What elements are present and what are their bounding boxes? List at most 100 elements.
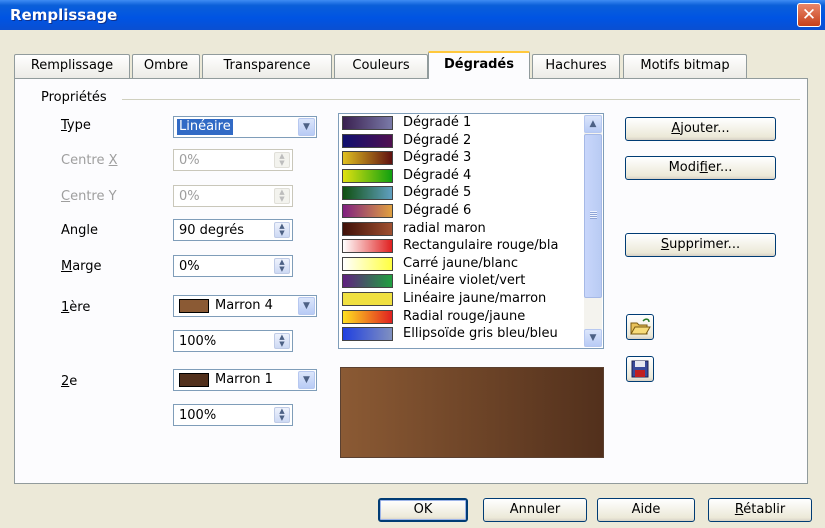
gradient-swatch (342, 116, 393, 130)
add-button[interactable]: Ajouter... (625, 117, 776, 141)
gradient-swatch (342, 292, 393, 306)
gradient-name: Dégradé 2 (403, 132, 472, 148)
close-button[interactable]: ✕ (797, 3, 821, 27)
first-color-swatch (179, 298, 209, 313)
tab-motifs-bitmap[interactable]: Motifs bitmap (623, 54, 747, 78)
chevron-down-icon[interactable]: ▼ (298, 297, 315, 315)
margin-spinner[interactable]: 0% ▲ ▼ (173, 255, 293, 277)
floppy-save-icon (631, 360, 649, 378)
gradient-swatch (342, 204, 393, 218)
list-item[interactable]: Carré jaune/blanc (340, 256, 584, 272)
gradient-list[interactable]: Ellipsoïde gris bleu/bleu Radial rouge/ja… (338, 113, 604, 349)
type-select-value: Linéaire (177, 119, 233, 135)
first-color-label: 1ère (61, 300, 91, 315)
fill-dialog: Remplissage ✕ Remplissage Ombre Transpar… (0, 0, 825, 528)
gradient-swatch (342, 151, 393, 166)
tab-couleurs[interactable]: Couleurs (334, 54, 428, 78)
tab-hachures[interactable]: Hachures (532, 54, 620, 78)
list-item[interactable]: radial maron (340, 221, 584, 237)
spin-arrows-icon[interactable]: ▲ ▼ (274, 258, 290, 274)
reset-button[interactable]: Rétablir (708, 498, 812, 522)
gradient-swatch (342, 327, 393, 342)
list-item[interactable]: Linéaire violet/vert (340, 273, 584, 289)
list-item[interactable]: Rectangulaire rouge/bla (340, 238, 584, 254)
gradient-name: Rectangulaire rouge/bla (403, 238, 559, 254)
list-scrollbar[interactable]: ▲ ▼ (584, 115, 602, 347)
modify-button[interactable]: Modifier... (625, 156, 776, 180)
first-intensity-spinner[interactable]: 100% ▲ ▼ (173, 330, 293, 352)
load-list-button[interactable] (626, 314, 654, 340)
tab-remplissage[interactable]: Remplissage (14, 54, 130, 78)
second-color-value: Marron 1 (179, 372, 273, 387)
dialog-title: Remplissage (10, 6, 118, 24)
margin-label: Marge (61, 259, 102, 274)
second-intensity-spinner[interactable]: 100% ▲ ▼ (173, 404, 293, 426)
gradient-preview (340, 367, 604, 458)
gradient-name: Radial rouge/jaune (403, 308, 526, 324)
chevron-down-icon[interactable]: ▼ (298, 118, 315, 136)
gradient-name: radial maron (403, 220, 486, 236)
folder-open-icon (630, 318, 651, 335)
list-item[interactable]: Dégradé 2 (340, 133, 584, 149)
second-intensity-value: 100% (179, 408, 217, 423)
chevron-down-icon[interactable]: ▼ (298, 371, 315, 389)
gradient-swatch (342, 168, 393, 183)
scroll-up-icon[interactable]: ▲ (584, 115, 602, 133)
list-item[interactable]: Dégradé 6 (340, 203, 584, 219)
spin-arrows-icon[interactable]: ▲ ▼ (274, 407, 290, 423)
gradient-name: Dégradé 4 (403, 167, 472, 183)
gradient-name: Dégradé 5 (403, 185, 472, 201)
angle-label: Angle (61, 223, 98, 238)
list-item[interactable]: Dégradé 5 (340, 185, 584, 201)
ok-button[interactable]: OK (378, 498, 468, 522)
gradient-name: Dégradé 6 (403, 203, 472, 218)
tab-transparence[interactable]: Transparence (202, 54, 332, 78)
angle-value: 90 degrés (179, 223, 245, 238)
gradient-name: Linéaire violet/vert (403, 273, 526, 289)
gradient-swatch (342, 309, 393, 324)
grip-icon (590, 211, 597, 219)
spin-arrows-icon[interactable]: ▲ ▼ (274, 333, 290, 349)
type-select[interactable]: Linéaire ▼ (173, 116, 317, 138)
angle-spinner[interactable]: 90 degrés ▲ ▼ (173, 219, 293, 241)
cancel-button[interactable]: Annuler (483, 498, 587, 522)
tab-degrades[interactable]: Dégradés (428, 51, 530, 79)
center-x-spinner[interactable]: 0% ▲ ▼ (173, 149, 293, 171)
spin-arrows-icon[interactable]: ▲ ▼ (274, 188, 290, 204)
scroll-down-icon[interactable]: ▼ (584, 329, 602, 347)
second-color-swatch (179, 372, 209, 387)
first-color-value: Marron 4 (179, 298, 273, 313)
gradient-name: Carré jaune/blanc (403, 255, 519, 271)
center-y-label: Centre Y (61, 189, 117, 204)
delete-button[interactable]: Supprimer... (625, 233, 776, 257)
first-intensity-value: 100% (179, 334, 217, 349)
list-item[interactable]: Dégradé 1 (340, 115, 584, 131)
gradient-swatch (342, 239, 393, 254)
first-color-name: Marron 4 (215, 298, 273, 313)
gradient-swatch (342, 274, 393, 289)
save-list-button[interactable] (626, 356, 654, 382)
list-item[interactable]: Linéaire jaune/marron (340, 291, 584, 307)
type-label: Type (61, 118, 91, 133)
gradient-name: Linéaire jaune/marron (403, 291, 547, 306)
spin-arrows-icon[interactable]: ▲ ▼ (274, 222, 290, 238)
list-item[interactable]: Dégradé 4 (340, 168, 584, 184)
scroll-thumb[interactable] (584, 134, 602, 298)
first-color-select[interactable]: Marron 4 ▼ (173, 295, 317, 317)
gradient-name: Ellipsoïde gris bleu/bleu (403, 326, 558, 342)
group-divider (122, 99, 800, 100)
tab-ombre[interactable]: Ombre (132, 54, 200, 78)
second-color-select[interactable]: Marron 1 ▼ (173, 369, 317, 391)
second-color-name: Marron 1 (215, 372, 273, 387)
list-item[interactable]: Dégradé 3 (340, 150, 584, 166)
gradient-name: Dégradé 3 (403, 150, 472, 166)
center-x-label: Centre X (61, 153, 118, 168)
spin-arrows-icon[interactable]: ▲ ▼ (274, 152, 290, 168)
gradient-swatch (342, 256, 393, 271)
title-bar[interactable]: Remplissage ✕ (0, 0, 825, 30)
list-item[interactable]: Ellipsoïde gris bleu/bleu (340, 326, 584, 342)
gradient-swatch (342, 221, 393, 236)
list-item[interactable]: Radial rouge/jaune (340, 309, 584, 325)
help-button[interactable]: Aide (597, 498, 695, 522)
center-y-spinner[interactable]: 0% ▲ ▼ (173, 185, 293, 207)
